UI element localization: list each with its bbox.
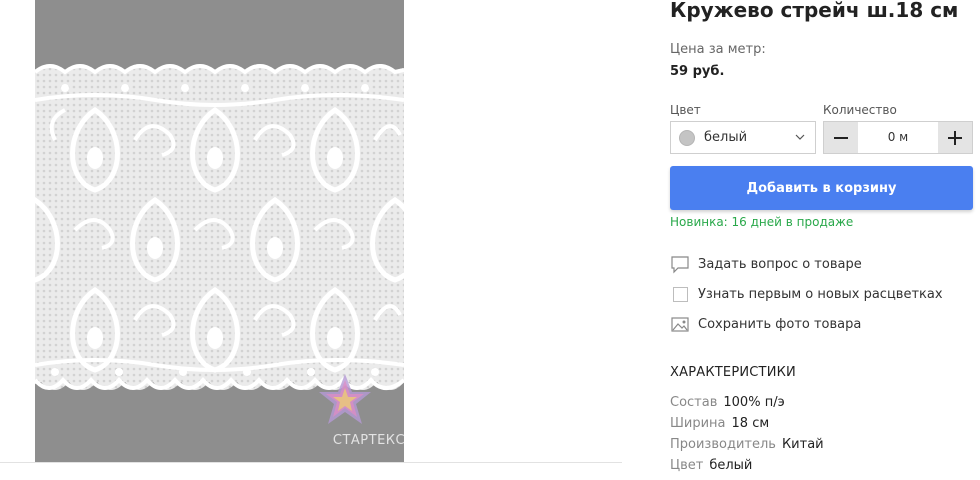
minus-icon	[834, 136, 848, 139]
spec-key: Цвет	[670, 458, 704, 473]
new-product-note: Новинка: 16 дней в продаже	[670, 215, 854, 229]
notify-new-colors-option[interactable]: Узнать первым о новых расцветках	[670, 283, 943, 305]
color-select-value: белый	[704, 130, 748, 145]
ask-question-label: Задать вопрос о товаре	[698, 256, 862, 272]
color-swatch	[679, 129, 695, 146]
save-photo-link[interactable]: Сохранить фото товара	[670, 313, 861, 335]
quantity-label: Количество	[823, 103, 897, 117]
chevron-down-icon	[795, 134, 805, 140]
watermark-logo: СТАРТЕКС	[309, 372, 404, 454]
ask-question-link[interactable]: Задать вопрос о товаре	[670, 253, 862, 275]
spec-value: 18 см	[731, 416, 770, 431]
spec-key: Ширина	[670, 416, 726, 431]
spec-row: Состав 100% п/э	[670, 395, 785, 410]
product-gallery: СТАРТЕКС	[0, 0, 622, 480]
star-logo-icon	[319, 374, 371, 424]
add-to-cart-button[interactable]: Добавить в корзину	[670, 166, 973, 210]
quantity-increase-button[interactable]	[938, 122, 972, 153]
plus-icon	[948, 130, 962, 145]
specs-title: ХАРАКТЕРИСТИКИ	[670, 365, 796, 380]
spec-row: Цвет белый	[670, 458, 752, 473]
divider	[0, 462, 622, 463]
spec-value: белый	[709, 458, 753, 473]
price-label: Цена за метр:	[670, 42, 766, 57]
price-value: 59 руб.	[670, 64, 725, 79]
spec-row: Производитель Китай	[670, 437, 824, 452]
spec-key: Производитель	[670, 437, 776, 452]
spec-value: Китай	[781, 437, 824, 452]
quantity-input[interactable]: 0 м	[858, 122, 938, 153]
color-select[interactable]: белый	[670, 121, 816, 154]
quantity-decrease-button[interactable]	[824, 122, 858, 153]
photo-icon	[670, 314, 690, 334]
product-title: Кружево стрейч ш.18 см	[670, 0, 959, 22]
color-label: Цвет	[670, 103, 701, 117]
checkbox-icon[interactable]	[670, 284, 690, 304]
quantity-stepper[interactable]: 0 м	[823, 121, 973, 154]
spec-key: Состав	[670, 395, 718, 410]
spec-value: 100% п/э	[723, 395, 785, 410]
spec-row: Ширина 18 см	[670, 416, 769, 431]
watermark-text: СТАРТЕКС	[332, 433, 404, 448]
chat-bubble-icon	[670, 254, 690, 274]
save-photo-label: Сохранить фото товара	[698, 316, 862, 332]
notify-new-colors-label: Узнать первым о новых расцветках	[698, 286, 943, 302]
product-photo[interactable]: СТАРТЕКС	[35, 0, 404, 462]
